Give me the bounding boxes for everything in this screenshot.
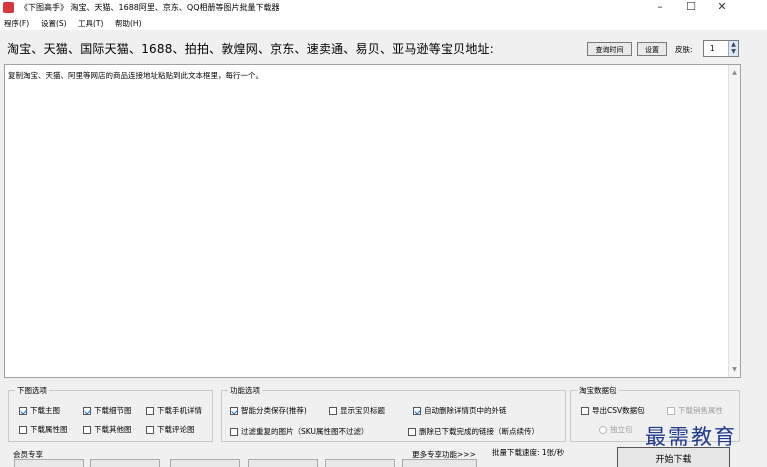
menu-tools[interactable]: 工具(T) [78,18,103,29]
checkbox-download-detail[interactable]: 下载细节图 [83,405,132,416]
url-heading: 淘宝、天猫、国际天猫、1688、拍拍、敦煌网、京东、速卖通、易贝、亚马逊等宝贝地… [7,42,494,56]
checkbox-checked-icon [230,406,238,415]
more-features-link[interactable]: 更多专享功能>>> [412,449,476,460]
checkbox-checked-icon [413,406,421,415]
checkbox-icon [581,406,589,415]
member-button-5[interactable] [325,459,395,467]
batch-speed-label: 批量下载速度: 1张/秒 [492,448,565,457]
title-bar: 《下图高手》 淘宝、天猫、1688阿里、京东、QQ相册等图片批量下载器 – ☐ … [0,0,767,15]
app-icon [3,2,14,13]
checkbox-delete-completed-links[interactable]: 删除已下载完成的链接（断点续传） [408,426,539,437]
settings-button[interactable]: 设置 [637,42,667,56]
minimize-button[interactable]: – [645,0,675,15]
member-button-1[interactable] [14,459,84,467]
checkbox-icon [667,406,675,415]
checkbox-remove-external-links[interactable]: 自动删除详情页中的外链 [413,405,507,416]
checkbox-download-mobile-detail[interactable]: 下载手机详情 [146,405,202,416]
checkbox-filter-duplicates[interactable]: 过滤重复的图片（SKU属性图不过滤） [230,426,368,437]
checkbox-smart-save[interactable]: 智能分类保存(推荐) [230,405,307,416]
download-options-title: 下图选项 [15,385,49,396]
function-options-group: 功能选项 智能分类保存(推荐) 显示宝贝标题 自动删除详情页中的外链 过滤重复的… [221,385,566,442]
skin-value: 1 [710,44,715,53]
skin-label: 皮肤: [675,45,693,54]
member-button-6[interactable] [402,459,477,467]
checkbox-icon [329,406,337,415]
url-textarea[interactable]: 复制淘宝、天猫、阿里等网店的商品连接地址粘贴到此文本框里，每行一个。 ▲ ▼ [4,64,741,378]
checkbox-checked-icon [19,406,27,415]
vertical-scrollbar[interactable]: ▲ ▼ [728,65,740,377]
member-button-2[interactable] [90,459,160,467]
scroll-down-icon[interactable]: ▼ [729,364,740,375]
menu-bar: 程序(F) 设置(S) 工具(T) 帮助(H) [0,15,767,30]
member-button-3[interactable] [170,459,240,467]
checkbox-icon [146,406,154,415]
textarea-content: 复制淘宝、天猫、阿里等网店的商品连接地址粘贴到此文本框里，每行一个。 [8,71,263,80]
checkbox-download-attribute[interactable]: 下载属性图 [19,424,68,435]
radio-icon [599,425,607,434]
menu-program[interactable]: 程序(F) [4,18,29,29]
checkbox-download-other[interactable]: 下载其他图 [83,424,132,435]
checkbox-download-sales-attr[interactable]: 下载销售属性 [667,405,723,416]
checkbox-icon [146,425,154,434]
checkbox-icon [408,427,416,436]
query-time-button[interactable]: 查询时间 [587,42,632,56]
watermark-text: 最需教育 [645,425,737,449]
window-title: 《下图高手》 淘宝、天猫、1688阿里、京东、QQ相册等图片批量下载器 [20,3,280,12]
checkbox-icon [19,425,27,434]
spinner-arrows-icon[interactable]: ▲ ▼ [728,41,738,56]
menu-help[interactable]: 帮助(H) [115,18,142,29]
maximize-button[interactable]: ☐ [676,0,706,15]
checkbox-export-csv[interactable]: 导出CSV数据包 [581,405,645,416]
skin-spinner[interactable]: 1 ▲ ▼ [703,40,739,57]
radio-standalone[interactable]: 独立包 [599,424,633,435]
close-button[interactable]: ✕ [707,0,737,15]
checkbox-checked-icon [83,406,91,415]
menu-settings[interactable]: 设置(S) [41,18,67,29]
checkbox-show-title[interactable]: 显示宝贝标题 [329,405,385,416]
download-options-group: 下图选项 下载主图 下载细节图 下载手机详情 下载属性图 下载其他图 下载评论图 [8,385,213,442]
scroll-up-icon[interactable]: ▲ [729,67,740,78]
checkbox-download-main[interactable]: 下载主图 [19,405,60,416]
function-options-title: 功能选项 [228,385,262,396]
taobao-package-title: 淘宝数据包 [577,385,619,396]
checkbox-icon [230,427,238,436]
checkbox-icon [83,425,91,434]
member-button-4[interactable] [248,459,318,467]
checkbox-download-review[interactable]: 下载评论图 [146,424,195,435]
